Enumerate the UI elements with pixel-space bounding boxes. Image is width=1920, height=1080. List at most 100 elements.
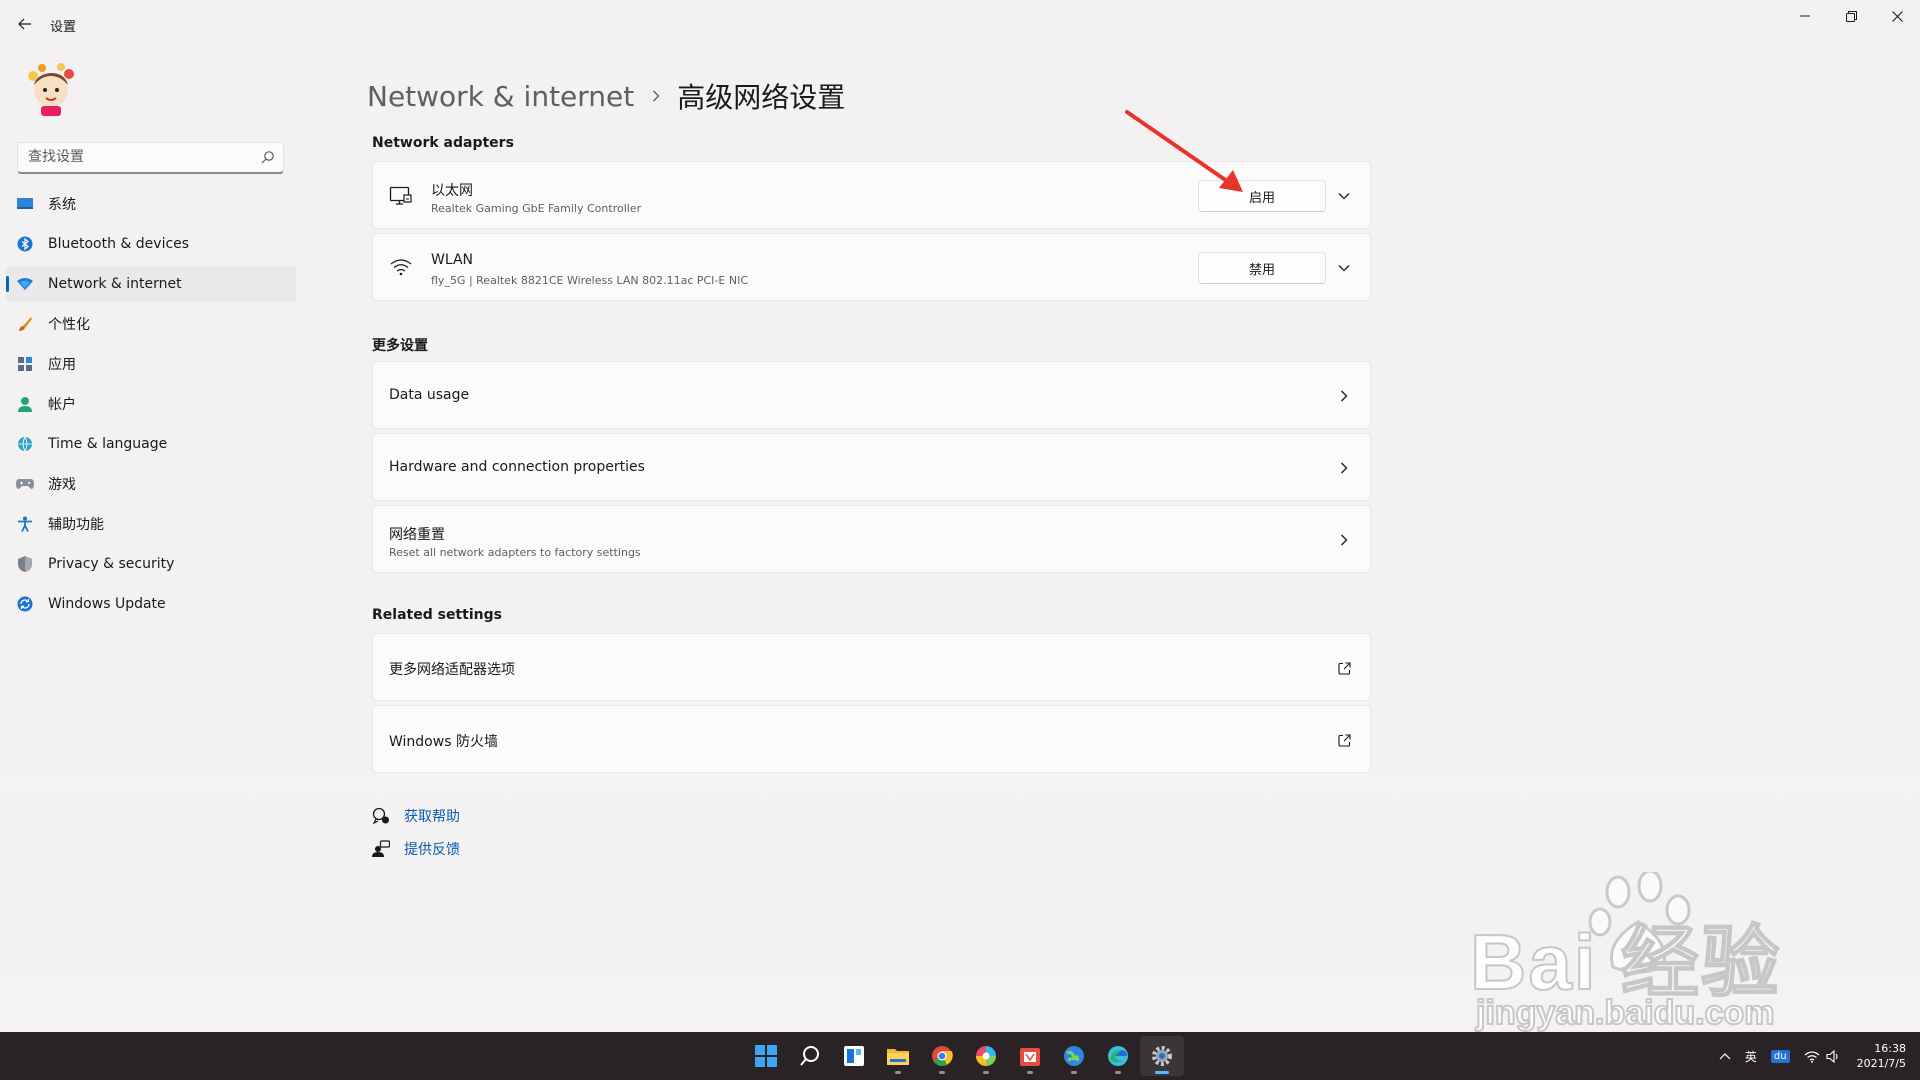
section-title-more-settings: 更多设置 [372,338,428,354]
taskbar-chrome[interactable] [920,1036,964,1076]
running-indicator [1115,1071,1121,1074]
taskbar-widgets-button[interactable] [832,1036,876,1076]
data-usage-card[interactable]: Data usage [372,361,1371,429]
running-indicator [1027,1071,1033,1074]
card-title: Data usage [389,387,470,403]
more-adapter-options-card[interactable]: 更多网络适配器选项 [372,633,1371,701]
sidebar-item-network[interactable]: Network & internet [6,266,296,302]
sidebar-item-bluetooth[interactable]: Bluetooth & devices [6,226,296,262]
adapter-name: WLAN [431,252,474,268]
card-title: Windows 防火墙 [389,734,498,750]
feedback-link[interactable]: 提供反馈 [372,839,460,859]
page-title: 高级网络设置 [677,81,846,114]
help-chat-icon [372,807,390,825]
color-app-icon [976,1046,996,1066]
wifi-diamond-icon [16,275,34,293]
feedback-icon [372,840,390,858]
taskbar-store-app[interactable] [1008,1036,1052,1076]
file-explorer-icon [887,1049,909,1065]
start-button[interactable] [744,1036,788,1076]
running-indicator [939,1071,945,1074]
tray-app-badge[interactable]: du [1764,1032,1797,1080]
apps-icon [16,355,34,373]
sidebar-item-label: Time & language [48,436,168,452]
show-hidden-icons-button[interactable] [1712,1032,1738,1080]
clock-date: 2021/7/5 [1856,1057,1906,1070]
accessibility-icon [16,515,34,533]
settings-search-box[interactable] [17,142,284,174]
red-arrow-annotation [1125,110,1243,192]
taskbar-network-globe[interactable] [1052,1036,1096,1076]
sidebar-item-label: 帐户 [48,397,76,413]
bluetooth-icon [16,235,34,253]
minimize-icon [1800,15,1810,17]
sidebar-item-windows-update[interactable]: Windows Update [6,586,296,622]
adapter-card-wlan[interactable]: WLAN fly_5G | Realtek 8821CE Wireless LA… [372,233,1371,301]
breadcrumb: Network & internet 高级网络设置 [367,76,845,116]
settings-gear-icon [1152,1046,1172,1066]
close-button[interactable] [1874,0,1920,32]
back-arrow-icon [18,18,31,30]
sidebar-item-apps[interactable]: 应用 [6,346,296,382]
sidebar-item-personalization[interactable]: 个性化 [6,306,296,342]
hardware-properties-card[interactable]: Hardware and connection properties [372,433,1371,501]
running-indicator [1071,1071,1077,1074]
section-title-network-adapters: Network adapters [372,135,514,151]
sidebar-item-time-language[interactable]: Time & language [6,426,296,462]
taskbar-clock[interactable]: 16:38 2021/7/5 [1847,1041,1920,1071]
wifi-status-icon [1804,1050,1820,1063]
baidu-tray-icon: du [1770,1049,1790,1063]
sidebar-item-label: 个性化 [48,317,90,333]
watermark-url: jingyan.baidu.com [1475,993,1775,1033]
taskbar-edge[interactable] [1096,1036,1140,1076]
feedback-label: 提供反馈 [404,842,460,858]
sidebar-item-privacy[interactable]: Privacy & security [6,546,296,582]
sidebar-item-gaming[interactable]: 游戏 [6,466,296,502]
card-title: 网络重置 [389,527,445,543]
taskbar-file-explorer[interactable] [876,1036,920,1076]
search-input[interactable] [18,143,248,171]
title-bar: 设置 [0,0,1920,48]
chevron-right-icon [652,89,661,103]
clock-time: 16:38 [1874,1042,1906,1055]
breadcrumb-parent-link[interactable]: Network & internet [367,80,634,113]
sidebar-item-accessibility[interactable]: 辅助功能 [6,506,296,542]
get-help-label: 获取帮助 [404,809,460,825]
chevron-down-icon[interactable] [1334,186,1354,206]
restore-button[interactable] [1828,0,1874,32]
get-help-link[interactable]: 获取帮助 [372,806,460,826]
sidebar-item-label: 系统 [48,197,76,213]
minimize-button[interactable] [1782,0,1828,32]
sidebar-item-label: Windows Update [48,596,166,612]
adapter-description: fly_5G | Realtek 8821CE Wireless LAN 802… [431,274,748,287]
volume-icon [1826,1049,1838,1063]
taskbar-settings[interactable] [1140,1036,1184,1076]
wifi-icon [389,257,413,279]
store-app-icon [1020,1048,1040,1066]
close-icon [1891,10,1903,22]
card-description: Reset all network adapters to factory se… [389,546,641,559]
sidebar-item-label: Network & internet [48,276,182,292]
disable-adapter-button[interactable]: 禁用 [1198,252,1326,284]
sidebar-item-system[interactable]: 系统 [6,186,296,222]
taskbar-search-button[interactable] [788,1036,832,1076]
adapter-description: Realtek Gaming GbE Family Controller [431,202,642,215]
chevron-up-icon [1719,1053,1731,1060]
sidebar-item-label: 游戏 [48,477,76,493]
taskbar-color-app[interactable] [964,1036,1008,1076]
avatar[interactable] [24,60,78,118]
card-title: 更多网络适配器选项 [389,662,515,678]
window-controls [1782,0,1920,32]
ime-indicator[interactable]: 英 [1738,1032,1764,1080]
person-icon [16,395,34,413]
chevron-down-icon[interactable] [1334,258,1354,278]
monitor-icon [16,195,34,213]
sidebar-item-accounts[interactable]: 帐户 [6,386,296,422]
network-reset-card[interactable]: 网络重置 Reset all network adapters to facto… [372,505,1371,573]
adapter-name: 以太网 [431,183,473,199]
back-button[interactable] [12,11,38,37]
search-icon[interactable] [261,150,275,164]
windows-firewall-card[interactable]: Windows 防火墙 [372,705,1371,773]
update-icon [16,595,34,613]
network-status-button[interactable] [1797,1032,1847,1080]
